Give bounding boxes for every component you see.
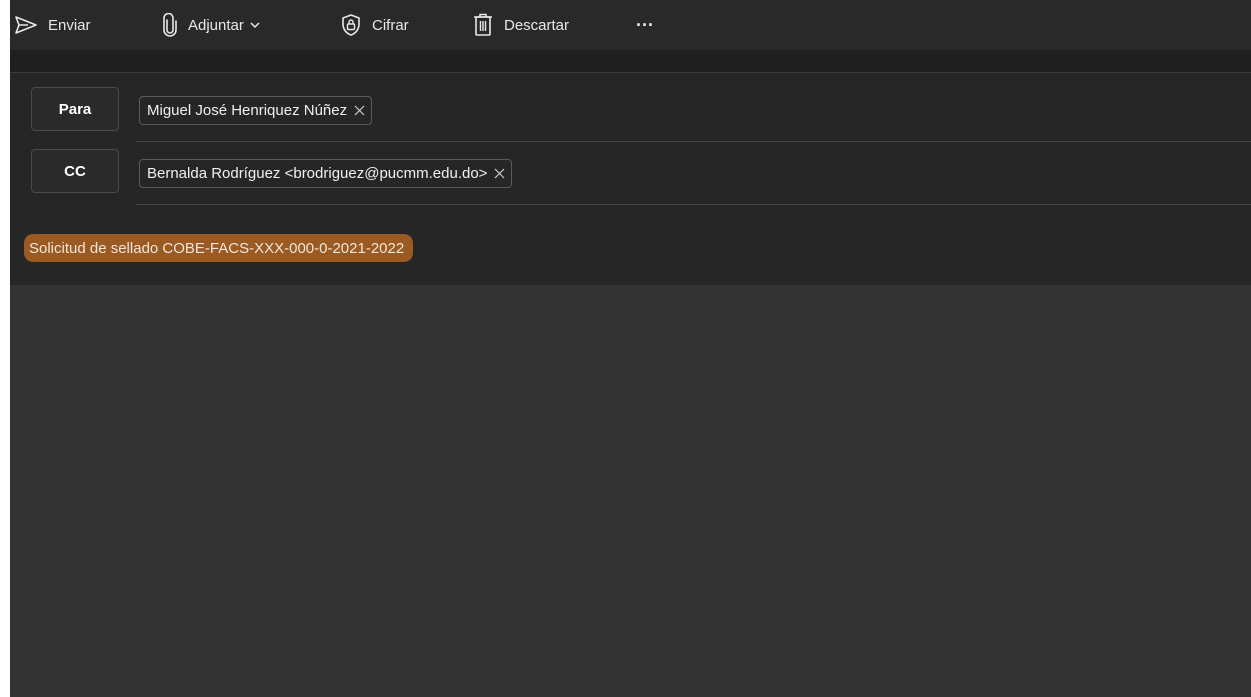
to-field-underline: [136, 141, 1251, 142]
close-icon[interactable]: [354, 105, 365, 116]
message-header: Para Miguel José Henriquez Núñez CC Bern…: [10, 72, 1251, 286]
to-recipient-name: Miguel José Henriquez Núñez: [147, 102, 348, 119]
discard-label: Descartar: [504, 16, 570, 34]
message-body-editor[interactable]: [10, 285, 1251, 697]
close-icon[interactable]: [494, 168, 505, 179]
to-recipient-chip[interactable]: Miguel José Henriquez Núñez: [139, 96, 373, 125]
cc-recipient-name: Bernalda Rodríguez <brodriguez@pucmm.edu…: [147, 165, 488, 182]
chevron-down-icon[interactable]: [250, 21, 260, 29]
more-options-button[interactable]: ···: [636, 8, 654, 42]
send-icon: [14, 15, 38, 35]
discard-button[interactable]: Descartar: [472, 8, 569, 42]
paperclip-icon: [162, 13, 178, 37]
subject-input[interactable]: Solicitud de sellado COBE-FACS-XXX-000-0…: [24, 234, 414, 262]
cc-button[interactable]: CC: [31, 149, 119, 193]
send-label: Enviar: [48, 16, 91, 34]
shield-lock-icon: [340, 13, 362, 37]
more-icon: ···: [636, 14, 654, 35]
compose-window: Enviar Adjuntar Cifrar Descartar ··· Par…: [10, 0, 1251, 697]
to-button[interactable]: Para: [31, 87, 119, 131]
encrypt-button[interactable]: Cifrar: [340, 8, 409, 42]
encrypt-label: Cifrar: [372, 16, 409, 34]
attach-button[interactable]: Adjuntar: [162, 8, 260, 42]
cc-field-underline: [136, 204, 1251, 205]
send-button[interactable]: Enviar: [14, 8, 91, 42]
compose-toolbar: Enviar Adjuntar Cifrar Descartar ···: [10, 0, 1251, 50]
cc-recipient-chip[interactable]: Bernalda Rodríguez <brodriguez@pucmm.edu…: [139, 159, 513, 188]
attach-label: Adjuntar: [188, 16, 244, 34]
trash-icon: [472, 12, 494, 38]
